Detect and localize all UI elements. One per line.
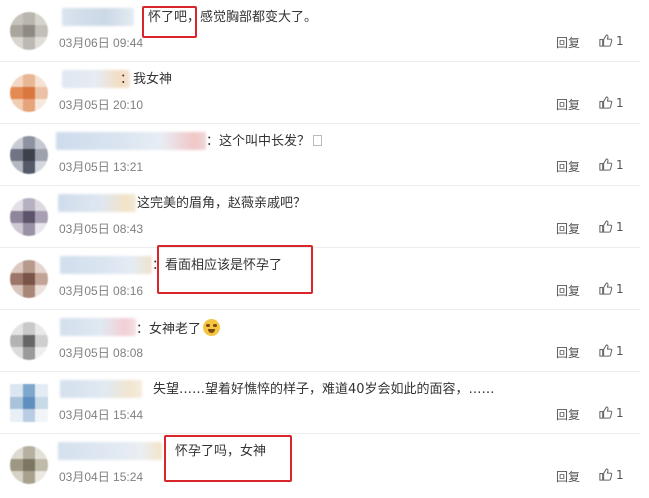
avatar[interactable] [10,322,48,360]
comment-text: 怀孕了吗，女神 [175,444,267,459]
comment-time: 03月05日 08:08 [59,346,144,360]
like-button[interactable]: 1 [598,281,624,296]
avatar[interactable] [10,198,48,236]
comment-item: ：这个叫中长发？ 03月05日 13:21 回复 1 [0,124,640,186]
reply-button[interactable]: 回复 [556,344,580,361]
comment-text: 怀了吧，感觉胸部都变大了。 [148,10,318,25]
comment-time: 03月06日 09:44 [59,36,144,50]
comment-time: 03月04日 15:24 [59,470,144,484]
comment-item: 这完美的眉角，赵薇亲戚吧？ 03月05日 08:43 回复 1 [0,186,640,248]
username-blurred[interactable] [60,380,142,398]
like-count: 1 [616,157,624,172]
comment-item: 怀了吧，感觉胸部都变大了。 03月06日 09:44 回复 1 [0,0,640,62]
comment-text-row: ：女神老了 [136,319,221,339]
missing-glyph-icon [313,135,323,146]
comment-time: 03月04日 15:44 [59,408,144,422]
avatar[interactable] [10,12,48,50]
avatar[interactable] [10,136,48,174]
comment-item: 怀孕了吗，女神 03月04日 15:24 回复 1 [0,434,640,496]
like-button[interactable]: 1 [598,343,624,358]
like-button[interactable]: 1 [598,467,624,482]
reply-button[interactable]: 回复 [556,96,580,113]
comment-text: ：这个叫中长发？ [206,134,311,149]
crying-laughing-emoji-icon [203,319,221,336]
comment-text: ：我女神 [120,72,173,87]
avatar[interactable] [10,384,48,422]
reply-button[interactable]: 回复 [556,406,580,423]
comment-item: 失望……望着好憔悴的样子，难道40岁会如此的面容，…… 03月04日 15:44… [0,372,640,434]
reply-button[interactable]: 回复 [556,282,580,299]
like-count: 1 [616,281,624,296]
comment-item: ：女神老了 03月05日 08:08 回复 1 [0,310,640,372]
reply-button[interactable]: 回复 [556,34,580,51]
username-blurred[interactable] [56,132,206,150]
comment-time: 03月05日 20:10 [59,98,144,112]
comment-time: 03月05日 13:21 [59,160,144,174]
username-blurred[interactable] [58,194,136,212]
avatar[interactable] [10,74,48,112]
comment-item: ：看面相应该是怀孕了 03月05日 08:16 回复 1 [0,248,640,310]
username-blurred[interactable] [60,256,152,274]
like-count: 1 [616,33,624,48]
thumbs-up-icon [599,158,613,171]
like-button[interactable]: 1 [598,405,624,420]
thumbs-up-icon [599,96,613,109]
username-blurred[interactable] [60,318,136,336]
like-count: 1 [616,405,624,420]
thumbs-up-icon [599,220,613,233]
like-button[interactable]: 1 [598,95,624,110]
thumbs-up-icon [599,34,613,47]
reply-button[interactable]: 回复 [556,220,580,237]
comment-text: ：看面相应该是怀孕了 [152,258,283,273]
reply-button[interactable]: 回复 [556,468,580,485]
like-count: 1 [616,95,624,110]
avatar[interactable] [10,446,48,484]
comment-time: 03月05日 08:16 [59,284,144,298]
username-blurred[interactable] [62,8,134,26]
like-count: 1 [616,467,624,482]
comment-list: 怀了吧，感觉胸部都变大了。 03月06日 09:44 回复 1 ：我女神 03月… [0,0,649,498]
reply-button[interactable]: 回复 [556,158,580,175]
comment-text-row: ：这个叫中长发？ [206,133,323,151]
like-count: 1 [616,343,624,358]
like-count: 1 [616,219,624,234]
comment-text: 失望……望着好憔悴的样子，难道40岁会如此的面容，…… [153,382,495,397]
like-button[interactable]: 1 [598,33,624,48]
thumbs-up-icon [599,468,613,481]
comment-item: ：我女神 03月05日 20:10 回复 1 [0,62,640,124]
like-button[interactable]: 1 [598,219,624,234]
thumbs-up-icon [599,406,613,419]
like-button[interactable]: 1 [598,157,624,172]
username-blurred[interactable] [58,442,162,460]
thumbs-up-icon [599,344,613,357]
comment-time: 03月05日 08:43 [59,222,144,236]
avatar[interactable] [10,260,48,298]
comment-text: 这完美的眉角，赵薇亲戚吧？ [137,196,307,211]
thumbs-up-icon [599,282,613,295]
comment-text: ：女神老了 [136,322,202,337]
